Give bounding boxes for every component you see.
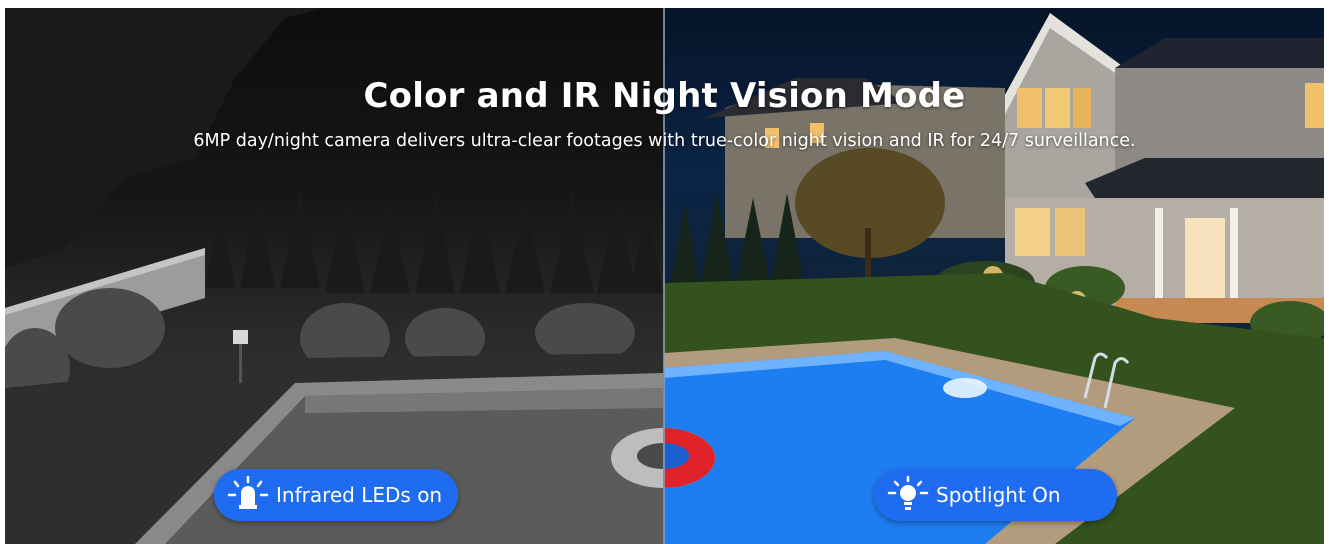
spotlight-bulb-icon xyxy=(886,475,930,515)
infrared-mode-label: Infrared LEDs on xyxy=(276,483,443,507)
page-title: Color and IR Night Vision Mode xyxy=(363,76,966,116)
night-vision-banner: Color and IR Night Vision Mode 6MP day/n… xyxy=(5,8,1324,544)
page-subtitle: 6MP day/night camera delivers ultra-clea… xyxy=(193,131,1136,151)
spotlight-mode-label: Spotlight On xyxy=(936,483,1061,507)
spotlight-mode-badge: Spotlight On xyxy=(874,469,1117,521)
house xyxy=(995,13,1324,323)
infrared-led-icon xyxy=(226,475,270,515)
infrared-mode-badge: Infrared LEDs on xyxy=(214,469,458,521)
